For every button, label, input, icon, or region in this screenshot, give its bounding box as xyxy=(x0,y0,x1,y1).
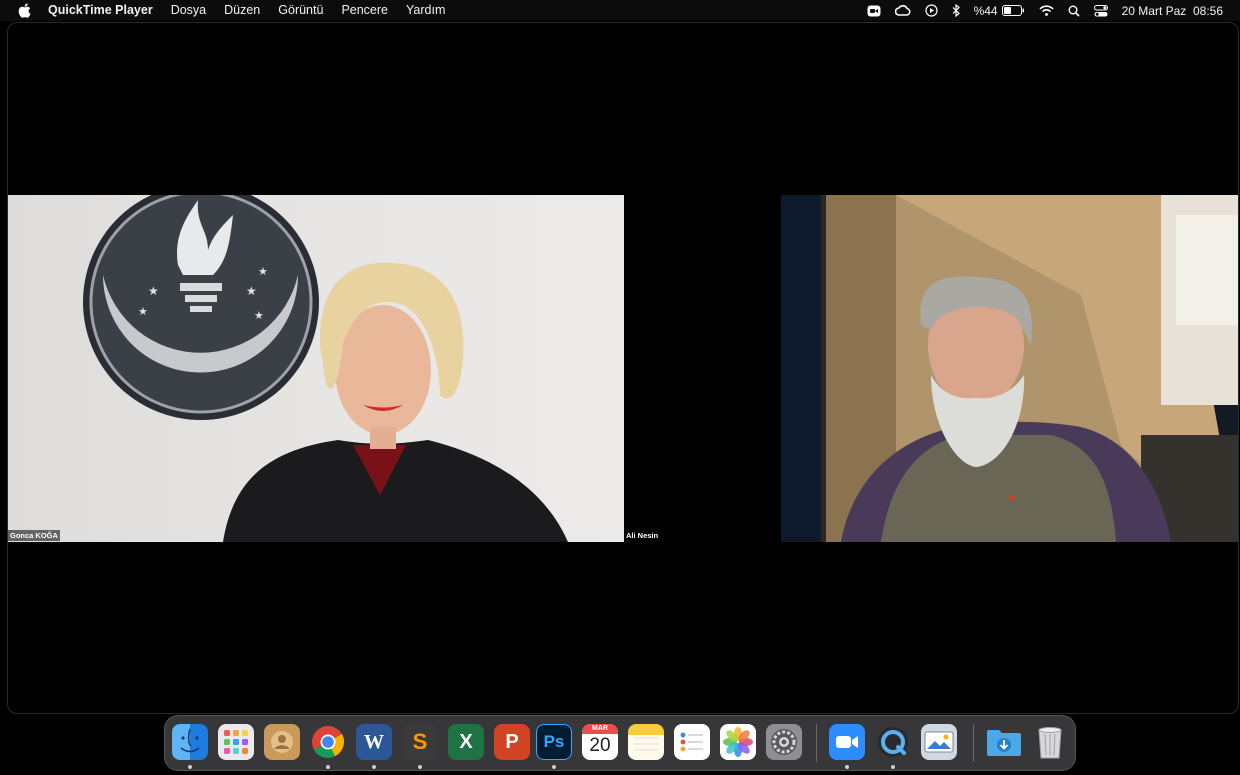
calendar-day: 20 xyxy=(589,735,611,756)
system-preferences-icon[interactable] xyxy=(766,724,802,760)
search-icon[interactable] xyxy=(1068,5,1080,17)
ted-bodrum-logo: ★ ★ ★ ★ ★ xyxy=(83,195,319,420)
wifi-icon[interactable] xyxy=(1039,5,1054,16)
menu-window[interactable]: Pencere xyxy=(332,0,397,21)
menu-edit[interactable]: Düzen xyxy=(215,0,269,21)
running-indicator xyxy=(188,765,192,769)
chrome-icon[interactable] xyxy=(310,724,346,760)
dock: W S X P Ps MAR 20 xyxy=(164,715,1076,771)
word-letter: W xyxy=(364,730,384,753)
dock-separator xyxy=(973,724,974,762)
running-indicator xyxy=(552,765,556,769)
reminders-icon[interactable] xyxy=(674,724,710,760)
quicktime-window[interactable]: ★ ★ ★ ★ ★ Gonca KOĞA Ali Nesin xyxy=(7,22,1239,714)
participant-name-label: Ali Nesin xyxy=(626,531,659,540)
date-text: 20 Mart Paz xyxy=(1121,3,1187,18)
participant-video-tile: ★ ★ ★ ★ ★ xyxy=(8,195,624,542)
menu-view[interactable]: Görüntü xyxy=(269,0,332,21)
play-icon[interactable] xyxy=(924,4,938,17)
preview-icon[interactable] xyxy=(921,724,957,760)
dock-separator xyxy=(816,724,817,762)
notes-icon[interactable] xyxy=(628,724,664,760)
finder-icon[interactable] xyxy=(172,724,208,760)
photos-icon[interactable] xyxy=(720,724,756,760)
battery-status[interactable]: %44 xyxy=(974,4,1025,18)
battery-percent: %44 xyxy=(973,3,998,18)
svg-text:★: ★ xyxy=(246,284,257,298)
app-menu[interactable]: QuickTime Player xyxy=(48,0,162,21)
creative-cloud-icon[interactable] xyxy=(894,4,911,17)
video-frame-1: ★ ★ ★ ★ ★ xyxy=(83,195,568,542)
bluetooth-icon[interactable] xyxy=(952,4,960,17)
sublime-text-icon[interactable]: S xyxy=(402,724,438,760)
photoshop-letters: Ps xyxy=(543,732,565,751)
svg-text:★: ★ xyxy=(148,284,159,298)
participant-video-tile xyxy=(781,195,1238,542)
participant-name-label: Gonca KOĞA xyxy=(8,530,60,541)
video-divider xyxy=(624,195,781,542)
powerpoint-letter: P xyxy=(505,730,519,753)
running-indicator xyxy=(891,765,895,769)
clock-date[interactable]: 20 Mart Paz 08:56 xyxy=(1122,4,1223,18)
time-text: 08:56 xyxy=(1192,3,1223,18)
running-indicator xyxy=(845,765,849,769)
excel-letter: X xyxy=(459,730,473,753)
running-indicator xyxy=(326,765,330,769)
zoom-status-icon[interactable] xyxy=(867,5,881,17)
downloads-folder-icon[interactable] xyxy=(986,724,1022,760)
launchpad-icon[interactable] xyxy=(218,724,254,760)
excel-icon[interactable]: X xyxy=(448,724,484,760)
menu-file[interactable]: Dosya xyxy=(162,0,215,21)
svg-text:★: ★ xyxy=(258,265,268,278)
video-frame-2 xyxy=(781,195,1238,542)
powerpoint-icon[interactable]: P xyxy=(494,724,530,760)
contacts-icon[interactable] xyxy=(264,724,300,760)
photoshop-icon[interactable]: Ps xyxy=(536,724,572,760)
quicktime-icon[interactable] xyxy=(875,724,911,760)
sublime-letter: S xyxy=(412,729,428,754)
svg-text:★: ★ xyxy=(138,305,148,318)
svg-text:★: ★ xyxy=(254,309,264,322)
menu-help[interactable]: Yardım xyxy=(397,0,454,21)
running-indicator xyxy=(418,765,422,769)
running-indicator xyxy=(372,765,376,769)
calendar-month: MAR xyxy=(582,724,618,734)
menu-bar: QuickTime Player Dosya Düzen Görüntü Pen… xyxy=(0,0,1240,21)
apple-menu-icon[interactable] xyxy=(17,3,31,19)
zoom-icon[interactable] xyxy=(829,724,865,760)
control-center-icon[interactable] xyxy=(1093,4,1108,17)
calendar-icon[interactable]: MAR 20 xyxy=(582,724,618,760)
battery-icon xyxy=(1001,5,1024,16)
trash-icon[interactable] xyxy=(1032,724,1068,760)
word-icon[interactable]: W xyxy=(356,724,392,760)
